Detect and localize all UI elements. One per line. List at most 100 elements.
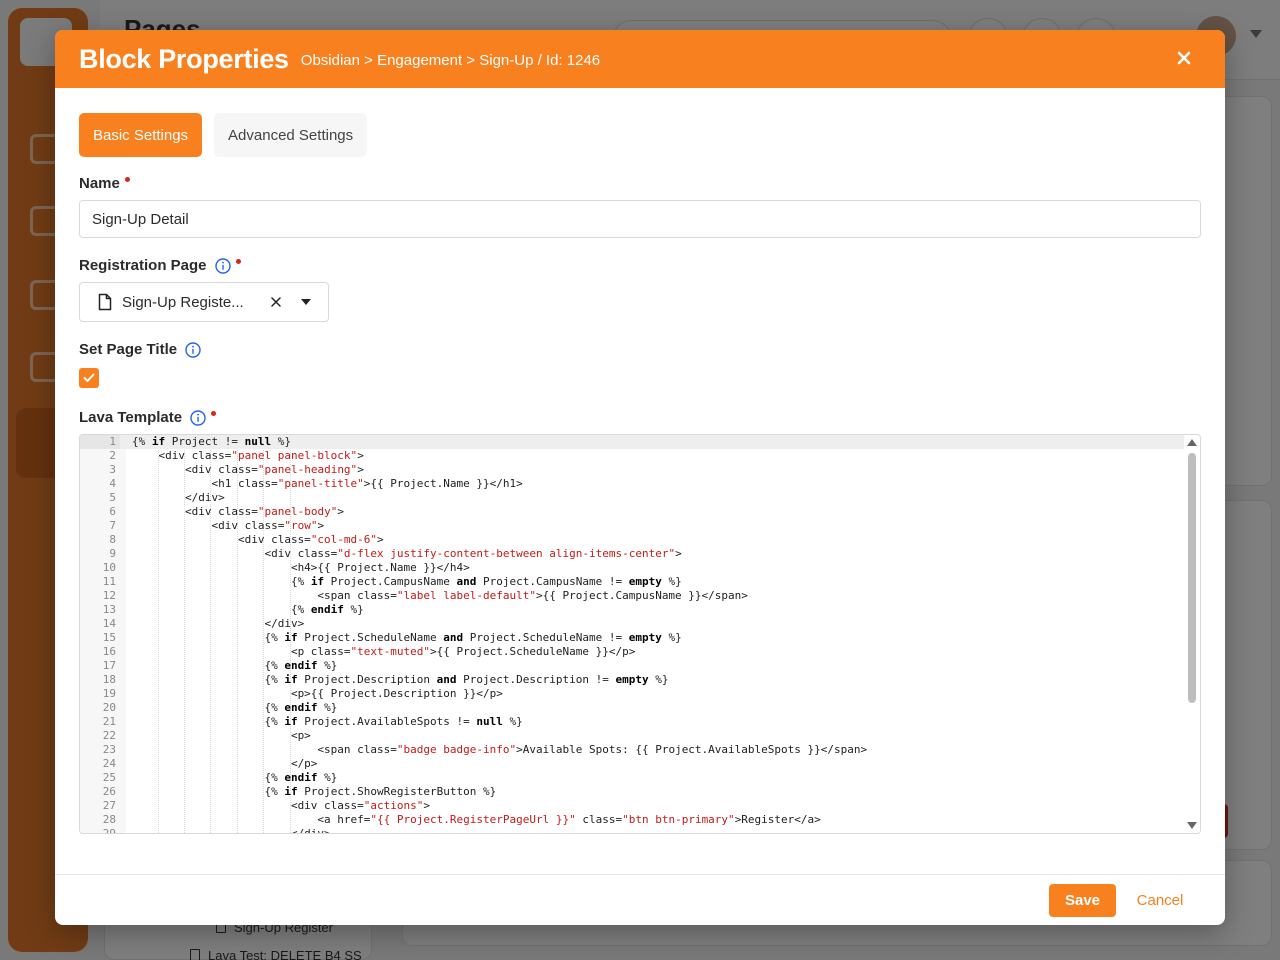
picker-value: Sign-Up Registe... xyxy=(122,293,244,311)
line-number: 26 xyxy=(80,785,120,799)
code-line[interactable]: 6 <div class="panel-body"> xyxy=(80,505,1186,519)
code-text: {% if Project.Description and Project.De… xyxy=(132,673,669,686)
line-number: 19 xyxy=(80,687,120,701)
code-line[interactable]: 14 </div> xyxy=(80,617,1186,631)
checkmark-icon xyxy=(83,373,95,382)
set-page-title-checkbox[interactable] xyxy=(79,368,99,388)
line-number: 12 xyxy=(80,589,120,603)
registration-page-picker[interactable]: Sign-Up Registe... xyxy=(79,282,329,322)
file-icon xyxy=(98,293,112,311)
code-text: {% if Project.AvailableSpots != null %} xyxy=(132,715,523,728)
scroll-up-icon[interactable] xyxy=(1187,439,1197,446)
code-line[interactable]: 16 <p class="text-muted">{{ Project.Sche… xyxy=(80,645,1186,659)
name-field[interactable] xyxy=(79,200,1201,238)
code-line[interactable]: 26 {% if Project.ShowRegisterButton %} xyxy=(80,785,1186,799)
code-text: <p> xyxy=(132,729,311,742)
block-properties-modal: Block Properties Obsidian > Engagement >… xyxy=(55,30,1225,925)
code-line[interactable]: 10 <h4>{{ Project.Name }}</h4> xyxy=(80,561,1186,575)
code-line[interactable]: 24 </p> xyxy=(80,757,1186,771)
code-line[interactable]: 23 <span class="badge badge-info">Availa… xyxy=(80,743,1186,757)
code-text: {% if Project != null %} xyxy=(132,435,291,448)
code-line[interactable]: 2 <div class="panel panel-block"> xyxy=(80,449,1186,463)
line-number: 29 xyxy=(80,827,120,833)
line-number: 16 xyxy=(80,645,120,659)
line-number: 4 xyxy=(80,477,120,491)
code-text: {% endif %} xyxy=(132,659,338,672)
code-line[interactable]: 1 {% if Project != null %} xyxy=(80,435,1186,449)
code-line[interactable]: 3 <div class="panel-heading"> xyxy=(80,463,1186,477)
tab-advanced-settings[interactable]: Advanced Settings xyxy=(214,113,368,157)
code-line[interactable]: 5 </div> xyxy=(80,491,1186,505)
code-text: </div> xyxy=(132,617,305,630)
code-line[interactable]: 11 {% if Project.CampusName and Project.… xyxy=(80,575,1186,589)
set-page-title-label: Set Page Title xyxy=(79,341,201,358)
modal-footer-divider xyxy=(55,874,1225,875)
code-line[interactable]: 25 {% endif %} xyxy=(80,771,1186,785)
info-icon[interactable] xyxy=(214,257,231,274)
code-line[interactable]: 18 {% if Project.Description and Project… xyxy=(80,673,1186,687)
code-line[interactable]: 8 <div class="col-md-6"> xyxy=(80,533,1186,547)
code-area[interactable]: 1 {% if Project != null %} 2 <div class="p… xyxy=(80,435,1186,833)
code-line[interactable]: 17 {% endif %} xyxy=(80,659,1186,673)
code-line[interactable]: 27 <div class="actions"> xyxy=(80,799,1186,813)
required-indicator xyxy=(124,177,130,182)
code-text: <h1 class="panel-title">{{ Project.Name … xyxy=(132,477,523,490)
code-line[interactable]: 15 {% if Project.ScheduleName and Projec… xyxy=(80,631,1186,645)
line-number: 25 xyxy=(80,771,120,785)
close-icon[interactable] xyxy=(1171,45,1197,71)
code-line[interactable]: 20 {% endif %} xyxy=(80,701,1186,715)
code-text: <div class="row"> xyxy=(132,519,325,532)
code-line[interactable]: 21 {% if Project.AvailableSpots != null … xyxy=(80,715,1186,729)
info-icon[interactable] xyxy=(185,341,201,358)
registration-page-label: Registration Page xyxy=(79,257,241,274)
lava-template-label: Lava Template xyxy=(79,409,217,426)
code-line[interactable]: 28 <a href="{{ Project.RegisterPageUrl }… xyxy=(80,813,1186,827)
settings-tabs: Basic Settings Advanced Settings xyxy=(79,113,368,157)
code-line[interactable]: 22 <p> xyxy=(80,729,1186,743)
info-icon[interactable] xyxy=(190,409,206,426)
code-line[interactable]: 19 <p>{{ Project.Description }}</p> xyxy=(80,687,1186,701)
line-number: 28 xyxy=(80,813,120,827)
code-text: <h4>{{ Project.Name }}</h4> xyxy=(132,561,470,574)
required-indicator xyxy=(235,259,241,264)
lava-template-editor[interactable]: 1 {% if Project != null %} 2 <div class="p… xyxy=(79,434,1201,834)
line-number: 23 xyxy=(80,743,120,757)
editor-scrollbar[interactable] xyxy=(1184,435,1200,833)
save-button[interactable]: Save xyxy=(1049,884,1116,917)
code-line[interactable]: 13 {% endif %} xyxy=(80,603,1186,617)
code-text: {% endif %} xyxy=(132,603,364,616)
code-line[interactable]: 29 </div> xyxy=(80,827,1186,833)
line-number: 10 xyxy=(80,561,120,575)
line-number: 27 xyxy=(80,799,120,813)
line-number: 13 xyxy=(80,603,120,617)
clear-icon[interactable] xyxy=(266,292,286,312)
line-number: 22 xyxy=(80,729,120,743)
required-indicator xyxy=(211,411,217,416)
scroll-down-icon[interactable] xyxy=(1187,822,1197,829)
line-number: 5 xyxy=(80,491,120,505)
code-text: {% if Project.ShowRegisterButton %} xyxy=(132,785,497,798)
cancel-button[interactable]: Cancel xyxy=(1135,884,1185,917)
code-text: {% endif %} xyxy=(132,701,338,714)
code-line[interactable]: 4 <h1 class="panel-title">{{ Project.Nam… xyxy=(80,477,1186,491)
code-text: <div class="d-flex justify-content-betwe… xyxy=(132,547,682,560)
code-line[interactable]: 7 <div class="row"> xyxy=(80,519,1186,533)
code-text: <div class="col-md-6"> xyxy=(132,533,384,546)
code-text: <div class="actions"> xyxy=(132,799,431,812)
code-line[interactable]: 9 <div class="d-flex justify-content-bet… xyxy=(80,547,1186,561)
line-number: 24 xyxy=(80,757,120,771)
line-number: 14 xyxy=(80,617,120,631)
line-number: 21 xyxy=(80,715,120,729)
code-text: <p class="text-muted">{{ Project.Schedul… xyxy=(132,645,636,658)
code-text: <div class="panel-body"> xyxy=(132,505,344,518)
line-number: 3 xyxy=(80,463,120,477)
code-text: <p>{{ Project.Description }}</p> xyxy=(132,687,503,700)
scrollbar-thumb[interactable] xyxy=(1188,453,1196,703)
code-text: <span class="badge badge-info">Available… xyxy=(132,743,868,756)
code-line[interactable]: 12 <span class="label label-default">{{ … xyxy=(80,589,1186,603)
code-text: {% if Project.ScheduleName and Project.S… xyxy=(132,631,682,644)
modal-header: Block Properties Obsidian > Engagement >… xyxy=(55,30,1225,88)
line-number: 20 xyxy=(80,701,120,715)
tab-basic-settings[interactable]: Basic Settings xyxy=(79,113,203,157)
caret-down-icon[interactable] xyxy=(296,292,316,312)
